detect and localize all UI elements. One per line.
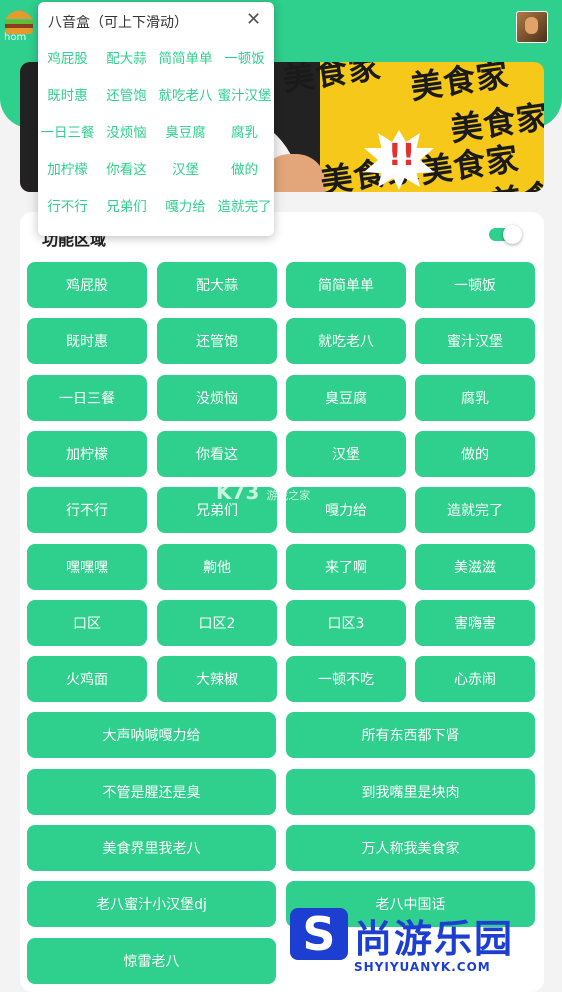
sound-button[interactable]: 口区3	[286, 600, 406, 646]
popup-item[interactable]: 配大蒜	[97, 38, 156, 75]
sound-button[interactable]: 美滋滋	[415, 544, 535, 590]
popup-item[interactable]: 既时惠	[38, 75, 97, 112]
sound-button[interactable]: 口区	[27, 600, 147, 646]
popup-item[interactable]: 臭豆腐	[156, 112, 215, 149]
sound-button[interactable]: 就吃老八	[286, 318, 406, 364]
sound-button[interactable]: 鸡屁股	[27, 262, 147, 308]
sound-button[interactable]: 汉堡	[286, 431, 406, 477]
sound-button[interactable]: 老八蜜汁小汉堡dj	[27, 881, 276, 927]
user-avatar[interactable]	[516, 11, 548, 43]
close-icon[interactable]: ✕	[246, 9, 261, 30]
watermark-k73: K73 游戏之家	[216, 480, 311, 504]
sound-button[interactable]: 既时惠	[27, 318, 147, 364]
popup-item[interactable]: 嘎力给	[156, 186, 215, 223]
sound-button[interactable]: 臭豆腐	[286, 375, 406, 421]
sound-button[interactable]: 惊雷老八	[27, 938, 276, 984]
sound-button[interactable]: 心赤闹	[415, 656, 535, 702]
banner-word: 美食家	[280, 62, 384, 99]
popup-item[interactable]: 还管饱	[97, 75, 156, 112]
sound-button[interactable]: 火鸡面	[27, 656, 147, 702]
watermark-brand: S 尚游乐园 SHYIYUANYK.COM	[290, 904, 562, 980]
popup-item[interactable]: 造就完了	[215, 186, 274, 223]
sound-button[interactable]: 万人称我美食家	[286, 825, 535, 871]
sound-button[interactable]: 所有东西都下肾	[286, 712, 535, 758]
popup-grid: 鸡屁股 配大蒜 简简单单 一顿饭 既时惠 还管饱 就吃老八 蜜汁汉堡 一日三餐 …	[38, 38, 274, 223]
sound-button[interactable]: 简简单单	[286, 262, 406, 308]
popup-item[interactable]: 你看这	[97, 149, 156, 186]
sound-button[interactable]: 一顿不吃	[286, 656, 406, 702]
sound-button[interactable]: 蜜汁汉堡	[415, 318, 535, 364]
popup-item[interactable]: 一日三餐	[38, 112, 97, 149]
sound-button[interactable]: 一日三餐	[27, 375, 147, 421]
sound-button[interactable]: 造就完了	[415, 487, 535, 533]
brand-url: SHYIYUANYK.COM	[354, 960, 491, 974]
sound-button[interactable]: 还管饱	[157, 318, 277, 364]
sound-button[interactable]: 大辣椒	[157, 656, 277, 702]
popup-item[interactable]: 行不行	[38, 186, 97, 223]
brand-name: 尚游乐园	[354, 917, 515, 961]
sound-button[interactable]: 行不行	[27, 487, 147, 533]
brand-logo-icon: S	[290, 907, 348, 961]
popup-item[interactable]: 没烦恼	[97, 112, 156, 149]
sound-button[interactable]: 害嗨害	[415, 600, 535, 646]
sound-button[interactable]: 嘿嘿嘿	[27, 544, 147, 590]
sound-button[interactable]: 来了啊	[286, 544, 406, 590]
sound-button[interactable]: 到我嘴里是块肉	[286, 769, 535, 815]
popup-item[interactable]: 腐乳	[215, 112, 274, 149]
sound-button[interactable]: 一顿饭	[415, 262, 535, 308]
sound-button[interactable]: 配大蒜	[157, 262, 277, 308]
popup-item[interactable]: 鸡屁股	[38, 38, 97, 75]
popup-item[interactable]: 汉堡	[156, 149, 215, 186]
sound-button[interactable]: 美食界里我老八	[27, 825, 276, 871]
popup-item[interactable]: 兄弟们	[97, 186, 156, 223]
popup-item[interactable]: 蜜汁汉堡	[215, 75, 274, 112]
popup-item[interactable]: 就吃老八	[156, 75, 215, 112]
sound-button[interactable]: 大声呐喊嘎力给	[27, 712, 276, 758]
popup-item[interactable]: 一顿饭	[215, 38, 274, 75]
sound-button[interactable]: 你看这	[157, 431, 277, 477]
section-toggle[interactable]	[489, 225, 522, 245]
app-label: hom	[4, 32, 27, 43]
popup-item[interactable]: 加柠檬	[38, 149, 97, 186]
sound-button[interactable]: 做的	[415, 431, 535, 477]
banner-exclaim: !!	[388, 138, 416, 173]
sound-button[interactable]: 没烦恼	[157, 375, 277, 421]
popup-item[interactable]: 简简单单	[156, 38, 215, 75]
sound-button[interactable]: 口区2	[157, 600, 277, 646]
popup-item[interactable]: 做的	[215, 149, 274, 186]
sound-button[interactable]: 加柠檬	[27, 431, 147, 477]
sound-button[interactable]: 腐乳	[415, 375, 535, 421]
sound-button[interactable]: 不管是腥还是臭	[27, 769, 276, 815]
music-box-popup: 八音盒（可上下滑动） ✕ 鸡屁股 配大蒜 简简单单 一顿饭 既时惠 还管饱 就吃…	[38, 2, 274, 236]
sound-button[interactable]: 齁他	[157, 544, 277, 590]
popup-title: 八音盒（可上下滑动）	[48, 15, 188, 31]
